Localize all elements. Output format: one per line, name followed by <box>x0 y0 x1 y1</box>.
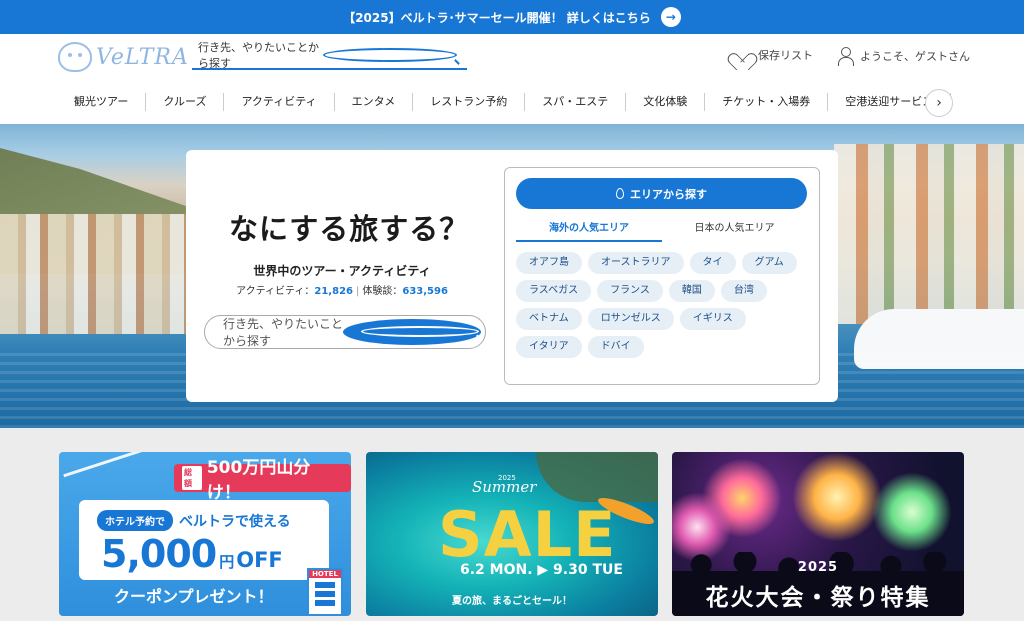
nav-item-sightseeing[interactable]: 観光ツアー <box>58 93 147 111</box>
coupon-amount: 5,000 円 OFF <box>101 532 283 576</box>
fireworks-banner[interactable]: 2025 花火大会・祭り特集 <box>672 452 964 616</box>
area-search-label: エリアから探す <box>630 187 707 201</box>
coupon-card-line: ホテル予約で ベルトラで使える <box>97 510 291 531</box>
sale-heading: SALE <box>438 498 617 571</box>
hero-title: なにする旅する？ <box>229 212 470 246</box>
coupon-amount-unit: 円 <box>219 553 235 571</box>
activities-label: アクティビティ： <box>236 286 315 297</box>
category-nav: 観光ツアー クルーズ アクティビティ エンタメ レストラン予約 スパ・エステ 文… <box>58 90 952 114</box>
coupon-banner[interactable]: 総額 500万円山分け！ ホテル予約で ベルトラで使える 5,000 円 OFF… <box>59 452 351 616</box>
sale-dates: 6.2 MON. ▶ 9.30 TUE <box>460 562 623 578</box>
hero-search-placeholder: 行き先、やりたいことから探す <box>223 317 344 348</box>
coupon-badge-small: 総額 <box>182 466 202 490</box>
area-chip[interactable]: 台湾 <box>720 280 767 302</box>
area-chip[interactable]: タイ <box>689 252 736 274</box>
hero-town-left <box>0 214 190 334</box>
nav-item-cruise[interactable]: クルーズ <box>146 93 225 111</box>
nav-item-culture[interactable]: 文化体験 <box>626 93 706 111</box>
nav-item-spa[interactable]: スパ・エステ <box>525 93 627 111</box>
summer-sale-banner[interactable]: 2025 Summer SALE 6.2 MON. ▶ 9.30 TUE 夏の旅… <box>366 452 658 616</box>
lion-logo-icon <box>58 42 92 72</box>
area-chip[interactable]: ロサンゼルス <box>587 308 674 330</box>
header-search-input[interactable]: 行き先、やりたいことから探す <box>192 41 467 70</box>
area-search-button[interactable]: エリアから探す <box>516 178 807 209</box>
wishlist-label: 保存リスト <box>758 49 813 62</box>
search-icon[interactable] <box>322 48 457 62</box>
summer-script: Summer <box>472 478 537 496</box>
area-chips: オアフ島 オーストラリア タイ グアム ラスベガス フランス 韓国 台湾 ベトナ… <box>516 252 808 358</box>
coupon-amount-number: 5,000 <box>101 532 217 576</box>
reviews-label: 体験談： <box>362 286 403 297</box>
tab-japan[interactable]: 日本の人気エリア <box>662 220 807 242</box>
user-menu[interactable]: ようこそ、ゲストさん <box>838 47 970 66</box>
nav-item-restaurant[interactable]: レストラン予約 <box>413 93 526 111</box>
area-chip[interactable]: イタリア <box>516 336 582 358</box>
chevron-right-icon[interactable]: › <box>925 89 953 117</box>
map-pin-icon <box>616 188 624 199</box>
hero-town-right <box>834 144 1024 324</box>
coupon-badge-text: 500万円山分け！ <box>206 458 311 503</box>
area-chip[interactable]: イギリス <box>679 308 746 330</box>
fireworks-year: 2025 <box>797 560 839 575</box>
nav-item-entertainment[interactable]: エンタメ <box>335 93 414 111</box>
hero-search-button[interactable] <box>343 319 481 345</box>
announcement-bar[interactable]: 【2025】ベルトラ･サマーセール開催！ 詳しくはこちら → <box>0 0 1024 34</box>
logo[interactable]: VeLTRA <box>58 42 189 72</box>
search-icon <box>361 325 479 337</box>
area-chip[interactable]: グアム <box>741 252 797 274</box>
hero-search-input[interactable]: 行き先、やりたいことから探す <box>204 315 486 349</box>
hero-stats: アクティビティ：21,826 | 体験談：633,596 <box>236 286 448 297</box>
reviews-count: 633,596 <box>402 286 448 297</box>
banner-rocks <box>536 452 658 502</box>
tab-overseas[interactable]: 海外の人気エリア <box>516 220 662 242</box>
coupon-pill: ホテル予約で <box>97 510 173 531</box>
coupon-badge: 総額 500万円山分け！ <box>174 458 351 503</box>
user-label: ようこそ、ゲストさん <box>860 50 970 63</box>
wishlist-link[interactable]: 保存リスト <box>732 47 813 63</box>
fireworks-title: 花火大会・祭り特集 <box>705 585 931 611</box>
logo-text: VeLTRA <box>96 44 189 70</box>
area-chip[interactable]: オーストラリア <box>588 252 684 274</box>
activities-count: 21,826 <box>314 286 353 297</box>
coupon-usable: ベルトラで使える <box>179 513 291 530</box>
hotel-icon: HOTEL <box>307 568 343 616</box>
firework-burst <box>792 452 882 542</box>
area-chip[interactable]: ラスベガス <box>516 280 592 302</box>
area-chip[interactable]: オアフ島 <box>516 252 582 274</box>
heart-icon <box>732 47 750 63</box>
user-icon <box>838 47 854 66</box>
header-search-placeholder: 行き先、やりたいことから探す <box>198 41 319 70</box>
nav-item-activity[interactable]: アクティビティ <box>224 93 335 111</box>
arrow-right-icon[interactable]: → <box>660 7 681 27</box>
area-chip[interactable]: フランス <box>597 280 663 302</box>
area-chip[interactable]: 韓国 <box>668 280 715 302</box>
hero-subtitle: 世界中のツアー・アクティビティ <box>253 264 431 278</box>
hotel-label: HOTEL <box>309 570 341 578</box>
firework-burst <box>872 472 952 552</box>
site-header: VeLTRA 行き先、やりたいことから探す 保存リスト ようこそ、ゲストさん 観… <box>0 34 1024 124</box>
area-chip[interactable]: ベトナム <box>516 308 582 330</box>
nav-item-tickets[interactable]: チケット・入場券 <box>705 93 829 111</box>
coupon-off: OFF <box>236 548 283 572</box>
area-chip[interactable]: ドバイ <box>587 336 644 358</box>
sale-tagline: 夏の旅、まるごとセール！ <box>452 596 572 607</box>
announcement-text[interactable]: 【2025】ベルトラ･サマーセール開催！ 詳しくはこちら <box>343 9 651 26</box>
